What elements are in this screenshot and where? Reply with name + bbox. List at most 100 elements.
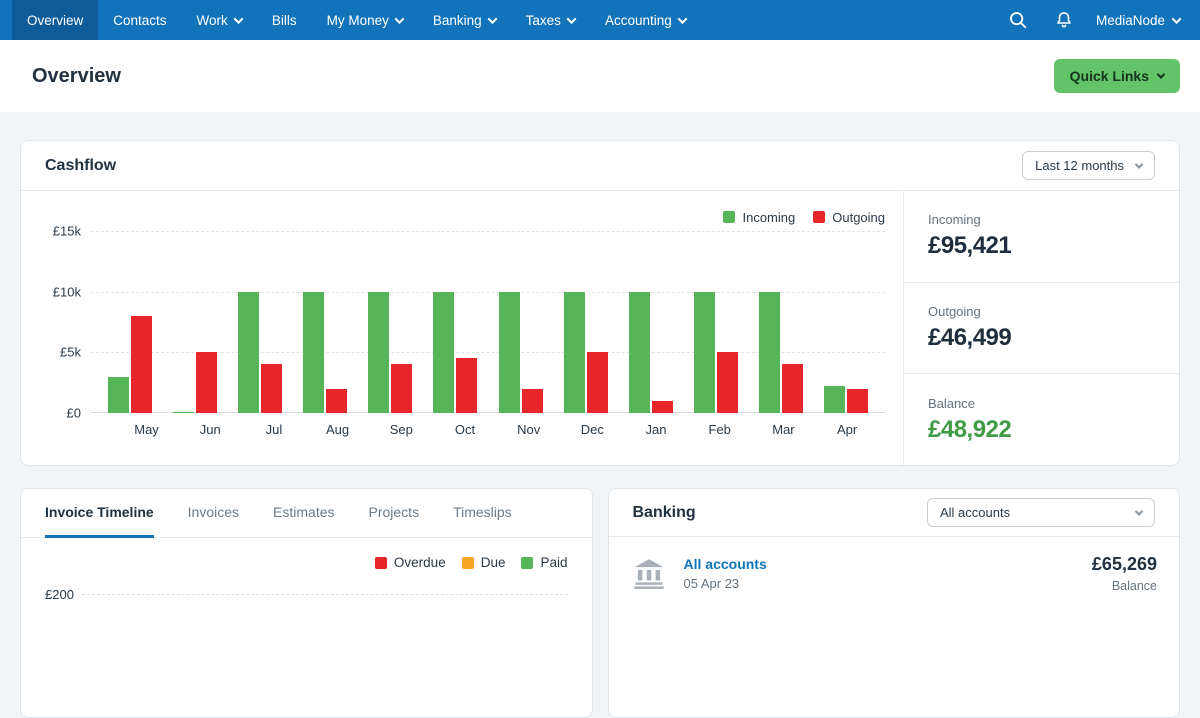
stat-outgoing: Outgoing £46,499 <box>904 283 1179 375</box>
outgoing-bar <box>131 316 152 413</box>
invoice-timeline-card: Invoice Timeline Invoices Estimates Proj… <box>20 488 593 718</box>
x-tick-label: Jul <box>251 422 297 437</box>
bar-group-jan <box>628 231 674 413</box>
chevron-down-icon <box>487 14 497 24</box>
legend-item-due: Due <box>462 555 506 570</box>
bank-account-info: All accounts 05 Apr 23 <box>684 556 767 591</box>
incoming-bar <box>564 292 585 413</box>
tab-timeslips[interactable]: Timeslips <box>453 489 512 538</box>
account-selector[interactable]: All accounts <box>927 498 1155 527</box>
tab-label: Projects <box>369 504 420 520</box>
incoming-bar <box>368 292 389 413</box>
legend-label: Due <box>481 555 506 570</box>
x-tick-label: May <box>124 422 170 437</box>
bank-amount: £65,269 <box>1092 554 1157 575</box>
y-tick-label: £5k <box>60 345 81 360</box>
gridline <box>82 594 568 595</box>
nav-item-label: Contacts <box>113 13 166 28</box>
overdue-swatch-icon <box>375 557 387 569</box>
tab-estimates[interactable]: Estimates <box>273 489 334 538</box>
incoming-bar <box>759 292 780 413</box>
nav-item-overview[interactable]: Overview <box>12 0 98 40</box>
outgoing-bar <box>391 364 412 413</box>
bar-group-jun <box>172 231 218 413</box>
bank-account-link[interactable]: All accounts <box>684 556 767 572</box>
account-selector-value: All accounts <box>940 505 1010 520</box>
bar-group-nov <box>498 231 544 413</box>
tab-projects[interactable]: Projects <box>369 489 420 538</box>
cashflow-stats-panel: Incoming £95,421 Outgoing £46,499 Balanc… <box>903 191 1179 465</box>
stat-incoming: Incoming £95,421 <box>904 191 1179 283</box>
search-icon <box>1008 10 1028 30</box>
bar-group-feb <box>693 231 739 413</box>
chevron-down-icon <box>1157 70 1165 78</box>
legend-label: Paid <box>540 555 567 570</box>
nav-item-my-money[interactable]: My Money <box>312 0 418 40</box>
period-selector-value: Last 12 months <box>1035 158 1124 173</box>
period-selector[interactable]: Last 12 months <box>1022 151 1155 180</box>
x-tick-label: Nov <box>506 422 552 437</box>
legend-item-paid: Paid <box>521 555 567 570</box>
nav-item-banking[interactable]: Banking <box>418 0 511 40</box>
tab-invoice-timeline[interactable]: Invoice Timeline <box>45 489 154 538</box>
bar-group-aug <box>302 231 348 413</box>
nav-item-bills[interactable]: Bills <box>257 0 312 40</box>
account-menu[interactable]: MediaNode <box>1092 13 1184 28</box>
quick-links-button[interactable]: Quick Links <box>1054 59 1180 93</box>
outgoing-bar <box>456 358 477 413</box>
quick-links-label: Quick Links <box>1070 68 1149 84</box>
bank-account-balance: £65,269 Balance <box>1092 554 1157 593</box>
cashflow-bars <box>91 231 885 413</box>
page-title: Overview <box>32 65 121 88</box>
tab-invoices[interactable]: Invoices <box>188 489 239 538</box>
cashflow-title: Cashflow <box>45 157 116 175</box>
legend-item-incoming: Incoming <box>723 210 795 225</box>
account-name-label: MediaNode <box>1096 13 1165 28</box>
x-tick-label: Jun <box>187 422 233 437</box>
nav-item-contacts[interactable]: Contacts <box>98 0 181 40</box>
x-tick-label: Apr <box>824 422 870 437</box>
cashflow-chart: Incoming Outgoing £15k £10k £5k £0 <box>21 191 903 465</box>
nav-item-label: Overview <box>27 13 83 28</box>
chevron-down-icon <box>1172 14 1182 24</box>
tab-label: Timeslips <box>453 504 512 520</box>
bar-group-apr <box>823 231 869 413</box>
stat-balance: Balance £48,922 <box>904 374 1179 465</box>
incoming-bar <box>238 292 259 413</box>
cashflow-plot-wrap: £15k £10k £5k £0 <box>45 231 885 413</box>
stat-label: Incoming <box>928 212 1155 227</box>
bar-group-dec <box>563 231 609 413</box>
outgoing-bar <box>782 364 803 413</box>
invoice-legend: Overdue Due Paid <box>45 555 568 570</box>
bar-group-jul <box>237 231 283 413</box>
x-tick-label: Feb <box>697 422 743 437</box>
nav-item-label: My Money <box>327 13 389 28</box>
cashflow-card: Cashflow Last 12 months Incoming Outgoin… <box>20 140 1180 466</box>
notifications-button[interactable] <box>1046 0 1082 40</box>
bottom-row: Invoice Timeline Invoices Estimates Proj… <box>20 488 1180 718</box>
bar-group-may <box>107 231 153 413</box>
cashflow-y-axis: £15k £10k £5k £0 <box>45 231 91 413</box>
x-tick-label: Mar <box>760 422 806 437</box>
search-button[interactable] <box>1000 0 1036 40</box>
legend-label: Overdue <box>394 555 446 570</box>
y-tick-label: £0 <box>67 406 81 421</box>
paid-swatch-icon <box>521 557 533 569</box>
incoming-bar <box>173 412 194 413</box>
nav-item-work[interactable]: Work <box>182 0 257 40</box>
nav-right-group: MediaNode <box>1000 0 1200 40</box>
chevron-down-icon <box>677 14 687 24</box>
nav-item-taxes[interactable]: Taxes <box>511 0 590 40</box>
bank-account-row: All accounts 05 Apr 23 £65,269 Balance <box>609 537 1180 610</box>
outgoing-bar <box>717 352 738 413</box>
nav-item-label: Banking <box>433 13 482 28</box>
legend-label: Outgoing <box>832 210 885 225</box>
incoming-bar <box>824 386 845 413</box>
x-tick-label: Sep <box>378 422 424 437</box>
bar-group-mar <box>758 231 804 413</box>
bell-icon <box>1054 10 1074 30</box>
stat-label: Balance <box>928 396 1155 411</box>
bank-amount-label: Balance <box>1092 579 1157 593</box>
nav-item-accounting[interactable]: Accounting <box>590 0 701 40</box>
cashflow-xlabels: MayJunJulAugSepOctNovDecJanFebMarApr <box>45 422 885 437</box>
